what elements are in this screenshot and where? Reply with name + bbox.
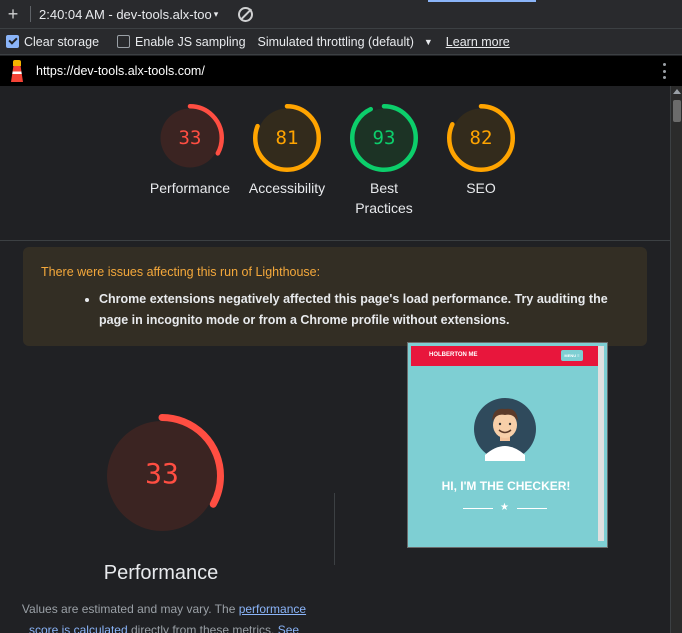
gauge-score: 93 — [372, 127, 396, 149]
throttling-select[interactable]: Simulated throttling (default) — [258, 35, 414, 49]
throttling-dropdown-icon[interactable]: ▼ — [424, 37, 433, 47]
thumbnail-header: HOLBERTON ME MENU ≡ — [411, 346, 601, 366]
run-warnings-box: There were issues affecting this run of … — [23, 247, 647, 346]
warning-title: There were issues affecting this run of … — [41, 265, 321, 279]
warning-list: Chrome extensions negatively affected th… — [99, 289, 629, 331]
clear-storage-option[interactable]: Clear storage — [0, 35, 99, 49]
gauge-performance[interactable]: 33 Performance — [140, 104, 240, 198]
gauge-score: 33 — [178, 127, 202, 149]
report-url-bar: https://dev-tools.alx-tools.com/ — [0, 56, 682, 86]
toolbar-separator — [30, 6, 31, 22]
gauge-label: Accessibility — [248, 180, 326, 196]
avatar-icon — [474, 398, 536, 461]
chevron-down-icon[interactable]: ▾ — [214, 9, 219, 20]
warning-item: Chrome extensions negatively affected th… — [99, 289, 629, 331]
thumbnail-hero-text: HI, I'M THE CHECKER! — [441, 479, 571, 493]
gauge-score: 81 — [275, 127, 299, 149]
gauge-accessibility[interactable]: 81 Accessibility — [237, 104, 337, 198]
clear-all-icon[interactable] — [238, 6, 254, 22]
thumbnail-ornament: ★ — [463, 503, 547, 513]
performance-big-score: 33 — [145, 457, 179, 490]
desc-text: Values are estimated and may vary. The — [21, 602, 239, 616]
gauge-label: Performance — [149, 180, 231, 196]
report-selector[interactable]: 2:40:04 AM - dev-tools.alx-too — [39, 7, 212, 22]
thumbnail-brand: HOLBERTON ME — [429, 352, 478, 358]
more-options-icon[interactable] — [663, 63, 666, 79]
scrollbar-thumb[interactable] — [673, 100, 681, 122]
star-icon: ★ — [500, 502, 509, 513]
thumbnail-scrollbar — [598, 346, 604, 541]
vertical-divider — [334, 493, 335, 565]
new-report-button[interactable]: + — [0, 0, 26, 29]
clear-storage-checkbox[interactable] — [6, 35, 19, 48]
learn-more-link[interactable]: Learn more — [446, 35, 510, 49]
section-divider — [0, 240, 670, 241]
see-calculator-link[interactable]: See — [278, 623, 299, 633]
performance-title: Performance — [103, 562, 219, 584]
desc-text: directly from these metrics. — [127, 623, 278, 633]
devtools-toolbar: + 2:40:04 AM - dev-tools.alx-too ▾ — [0, 0, 682, 29]
thumbnail-menu: MENU ≡ — [561, 350, 583, 361]
lighthouse-logo-icon — [10, 60, 24, 82]
gauge-label: Best Practices — [355, 180, 413, 216]
gauge-score: 82 — [469, 127, 493, 149]
gauge-seo[interactable]: 82 SEO — [431, 104, 531, 198]
final-screenshot-thumbnail[interactable]: HOLBERTON ME MENU ≡ HI, I'M THE CHECKER!… — [407, 342, 608, 548]
js-sampling-option[interactable]: Enable JS sampling — [111, 34, 246, 49]
clear-storage-label: Clear storage — [24, 34, 100, 49]
js-sampling-label: Enable JS sampling — [135, 34, 246, 49]
options-bar: Clear storage Enable JS sampling Simulat… — [0, 29, 682, 55]
performance-description: Values are estimated and may vary. The p… — [14, 599, 314, 633]
scroll-up-icon[interactable] — [673, 89, 681, 94]
active-tab-indicator — [428, 0, 536, 2]
audited-url[interactable]: https://dev-tools.alx-tools.com/ — [36, 64, 205, 78]
gauge-best-practices[interactable]: 93 Best Practices — [334, 104, 434, 218]
score-gauges: 33 Performance 81 Accessibility 93 Best … — [0, 104, 670, 224]
gauge-label: SEO — [466, 180, 496, 196]
js-sampling-checkbox[interactable] — [117, 35, 131, 48]
report-scrollbar[interactable] — [670, 86, 682, 633]
